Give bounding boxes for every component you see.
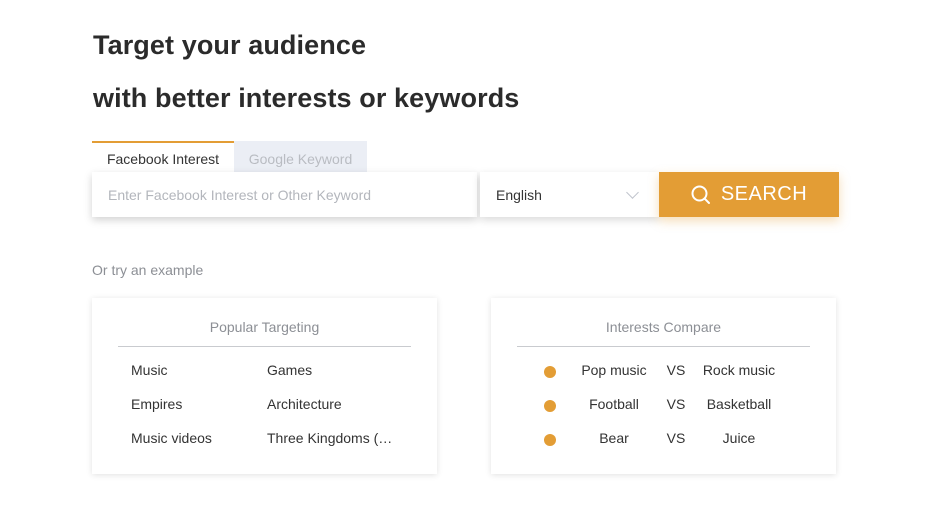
- compare-interest-b: Rock music: [702, 362, 776, 378]
- page-heading-line-2: with better interests or keywords: [93, 83, 520, 113]
- compare-interest-a: Pop music: [581, 362, 647, 378]
- popular-item[interactable]: Three Kingdoms (…: [267, 430, 392, 446]
- interests-compare-card: Interests Compare Pop music VS Rock musi…: [491, 298, 836, 474]
- search-input[interactable]: [92, 172, 477, 217]
- bullet-dot-icon: [544, 434, 556, 446]
- compare-interest-a: Bear: [599, 430, 629, 446]
- bullet-dot-icon: [544, 400, 556, 412]
- search-button-label: SEARCH: [720, 183, 808, 205]
- compare-row[interactable]: Football VS Basketball: [491, 396, 836, 416]
- bullet-dot-icon: [544, 366, 556, 378]
- search-icon: [691, 185, 710, 204]
- tab-facebook-interest[interactable]: Facebook Interest: [92, 141, 234, 173]
- tab-google-keyword[interactable]: Google Keyword: [234, 141, 367, 173]
- compare-interest-b: Juice: [722, 430, 756, 446]
- compare-row[interactable]: Bear VS Juice: [491, 430, 836, 450]
- chevron-down-icon: [626, 185, 639, 199]
- language-select[interactable]: English: [480, 172, 659, 217]
- card-title: Popular Targeting: [118, 319, 411, 347]
- popular-item[interactable]: Empires: [131, 396, 182, 412]
- example-label: Or try an example: [92, 262, 204, 278]
- card-title: Interests Compare: [517, 319, 810, 347]
- vs-label: VS: [666, 362, 686, 378]
- search-button[interactable]: SEARCH: [659, 172, 839, 217]
- language-select-value: English: [496, 186, 542, 203]
- vs-label: VS: [666, 396, 686, 412]
- popular-item[interactable]: Architecture: [267, 396, 342, 412]
- page-heading-line-1: Target your audience: [93, 30, 367, 60]
- vs-label: VS: [666, 430, 686, 446]
- popular-targeting-card: Popular Targeting Music Games Empires Ar…: [92, 298, 437, 474]
- search-box: [92, 172, 477, 217]
- popular-item[interactable]: Music: [131, 362, 168, 378]
- popular-item[interactable]: Games: [267, 362, 312, 378]
- compare-interest-a: Football: [589, 396, 639, 412]
- popular-item[interactable]: Music videos: [131, 430, 212, 446]
- compare-row[interactable]: Pop music VS Rock music: [491, 362, 836, 382]
- compare-interest-b: Basketball: [706, 396, 772, 412]
- search-type-tabs: Facebook Interest Google Keyword: [92, 141, 367, 173]
